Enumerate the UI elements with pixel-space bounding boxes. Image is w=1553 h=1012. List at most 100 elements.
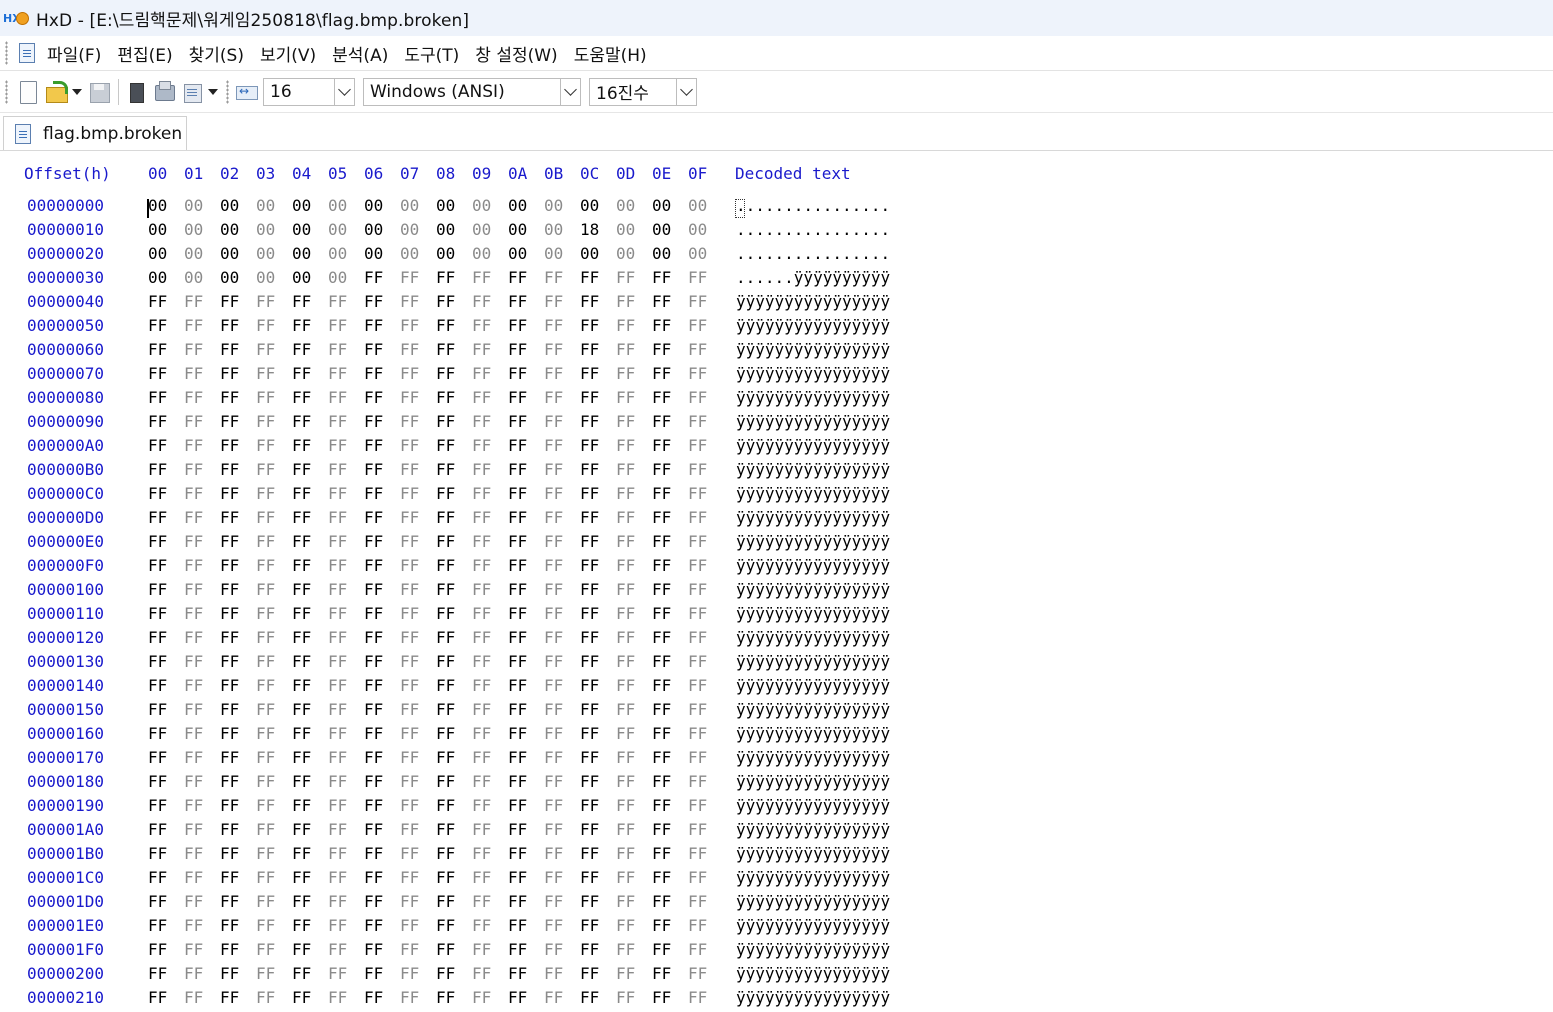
hex-byte[interactable]: FF [400, 652, 419, 671]
hex-byte[interactable]: FF [292, 700, 311, 719]
hex-byte[interactable]: FF [328, 772, 347, 791]
hex-byte[interactable]: FF [292, 676, 311, 695]
hex-byte[interactable]: FF [544, 988, 563, 1007]
hex-byte[interactable]: FF [400, 484, 419, 503]
hex-byte[interactable]: FF [580, 412, 599, 431]
hex-byte[interactable]: FF [580, 724, 599, 743]
hex-byte[interactable]: FF [616, 340, 635, 359]
decoded-text[interactable]: ÿÿÿÿÿÿÿÿÿÿÿÿÿÿÿÿ [736, 292, 890, 311]
hex-byte[interactable]: FF [400, 940, 419, 959]
hex-byte[interactable]: FF [580, 820, 599, 839]
hex-byte[interactable]: 00 [544, 244, 563, 263]
hex-byte[interactable]: FF [436, 436, 455, 455]
decoded-text[interactable]: ................ [736, 220, 890, 239]
hex-byte[interactable]: FF [184, 292, 203, 311]
hex-byte[interactable]: FF [652, 700, 671, 719]
hex-byte[interactable]: FF [616, 412, 635, 431]
hex-byte[interactable]: FF [328, 532, 347, 551]
hex-byte[interactable]: FF [184, 412, 203, 431]
hex-row[interactable]: 000000D0 FF FF FF FF FF FF FF FF FF FF FF FF FF FF FF FF… [0, 508, 1000, 532]
hex-byte[interactable]: FF [544, 916, 563, 935]
hex-byte[interactable]: FF [256, 580, 275, 599]
hex-byte[interactable]: 00 [328, 268, 347, 287]
hex-byte[interactable]: FF [652, 796, 671, 815]
hex-byte[interactable]: FF [400, 916, 419, 935]
hex-byte[interactable]: FF [580, 484, 599, 503]
hex-byte[interactable]: FF [616, 436, 635, 455]
hex-byte[interactable]: FF [616, 652, 635, 671]
hex-row[interactable]: 000000E0 FF FF FF FF FF FF FF FF FF FF FF FF FF FF FF FF… [0, 532, 1000, 556]
menu-analysis[interactable]: 분석(A) [332, 41, 388, 66]
hex-byte[interactable]: FF [400, 580, 419, 599]
hex-byte[interactable]: FF [616, 868, 635, 887]
hex-byte[interactable]: FF [256, 700, 275, 719]
hex-byte[interactable]: FF [220, 532, 239, 551]
hex-byte[interactable]: FF [652, 412, 671, 431]
decoded-text[interactable]: ÿÿÿÿÿÿÿÿÿÿÿÿÿÿÿÿ [736, 388, 890, 407]
hex-byte[interactable]: FF [220, 748, 239, 767]
hex-byte[interactable]: FF [652, 940, 671, 959]
hex-byte[interactable]: FF [652, 292, 671, 311]
hex-byte[interactable]: FF [328, 508, 347, 527]
hex-byte[interactable]: FF [616, 916, 635, 935]
hex-byte[interactable]: FF [400, 436, 419, 455]
hex-byte[interactable]: FF [364, 796, 383, 815]
hex-byte[interactable]: FF [220, 676, 239, 695]
hex-byte[interactable]: FF [472, 652, 491, 671]
decoded-text[interactable]: ÿÿÿÿÿÿÿÿÿÿÿÿÿÿÿÿ [736, 988, 890, 1007]
hex-byte[interactable]: 00 [688, 196, 707, 215]
hex-byte[interactable]: FF [436, 748, 455, 767]
hex-byte[interactable]: FF [652, 772, 671, 791]
hex-byte[interactable]: FF [148, 796, 167, 815]
hex-byte[interactable]: FF [436, 724, 455, 743]
hex-byte[interactable]: FF [616, 484, 635, 503]
hex-byte[interactable]: FF [544, 844, 563, 863]
hex-byte[interactable]: FF [220, 772, 239, 791]
hex-byte[interactable]: FF [148, 820, 167, 839]
hex-byte[interactable]: FF [436, 412, 455, 431]
hex-byte[interactable]: FF [400, 388, 419, 407]
hex-byte[interactable]: FF [688, 964, 707, 983]
hex-byte[interactable]: FF [616, 604, 635, 623]
hex-byte[interactable]: FF [436, 916, 455, 935]
hex-byte[interactable]: FF [148, 748, 167, 767]
hex-byte[interactable]: FF [184, 916, 203, 935]
hex-byte[interactable]: FF [256, 964, 275, 983]
hex-byte[interactable]: 00 [580, 196, 599, 215]
hex-byte[interactable]: FF [688, 916, 707, 935]
hex-byte[interactable]: FF [328, 700, 347, 719]
hex-byte[interactable]: FF [688, 508, 707, 527]
hex-byte[interactable]: FF [544, 292, 563, 311]
hex-byte[interactable]: FF [616, 532, 635, 551]
hex-byte[interactable]: FF [688, 316, 707, 335]
hex-byte[interactable]: FF [508, 532, 527, 551]
hex-row[interactable]: 00000080 FF FF FF FF FF FF FF FF FF FF FF FF FF FF FF FF… [0, 388, 1000, 412]
hex-byte[interactable]: FF [544, 724, 563, 743]
hex-byte[interactable]: FF [544, 580, 563, 599]
hex-byte[interactable]: FF [436, 772, 455, 791]
hex-byte[interactable]: FF [436, 844, 455, 863]
hex-byte[interactable]: FF [580, 436, 599, 455]
hex-byte[interactable]: FF [616, 796, 635, 815]
offset-base-select[interactable]: 16진수 [589, 77, 697, 106]
hex-byte[interactable]: FF [580, 556, 599, 575]
hex-byte[interactable]: FF [148, 892, 167, 911]
hex-byte[interactable]: FF [580, 532, 599, 551]
hex-byte[interactable]: FF [220, 964, 239, 983]
hex-row[interactable]: 00000050 FF FF FF FF FF FF FF FF FF FF FF FF FF FF FF FF… [0, 316, 1000, 340]
hex-byte[interactable]: FF [328, 484, 347, 503]
hex-byte[interactable]: FF [328, 340, 347, 359]
hex-byte[interactable]: FF [364, 460, 383, 479]
hex-byte[interactable]: FF [616, 988, 635, 1007]
hex-byte[interactable]: FF [148, 436, 167, 455]
hex-byte[interactable]: FF [364, 436, 383, 455]
hex-byte[interactable]: FF [328, 628, 347, 647]
hex-byte[interactable]: FF [400, 676, 419, 695]
hex-byte[interactable]: FF [472, 268, 491, 287]
hex-byte[interactable]: FF [328, 604, 347, 623]
hex-byte[interactable]: FF [508, 868, 527, 887]
hex-byte[interactable]: 00 [616, 244, 635, 263]
hex-byte[interactable]: FF [508, 676, 527, 695]
hex-byte[interactable]: FF [400, 532, 419, 551]
hex-byte[interactable]: FF [328, 460, 347, 479]
